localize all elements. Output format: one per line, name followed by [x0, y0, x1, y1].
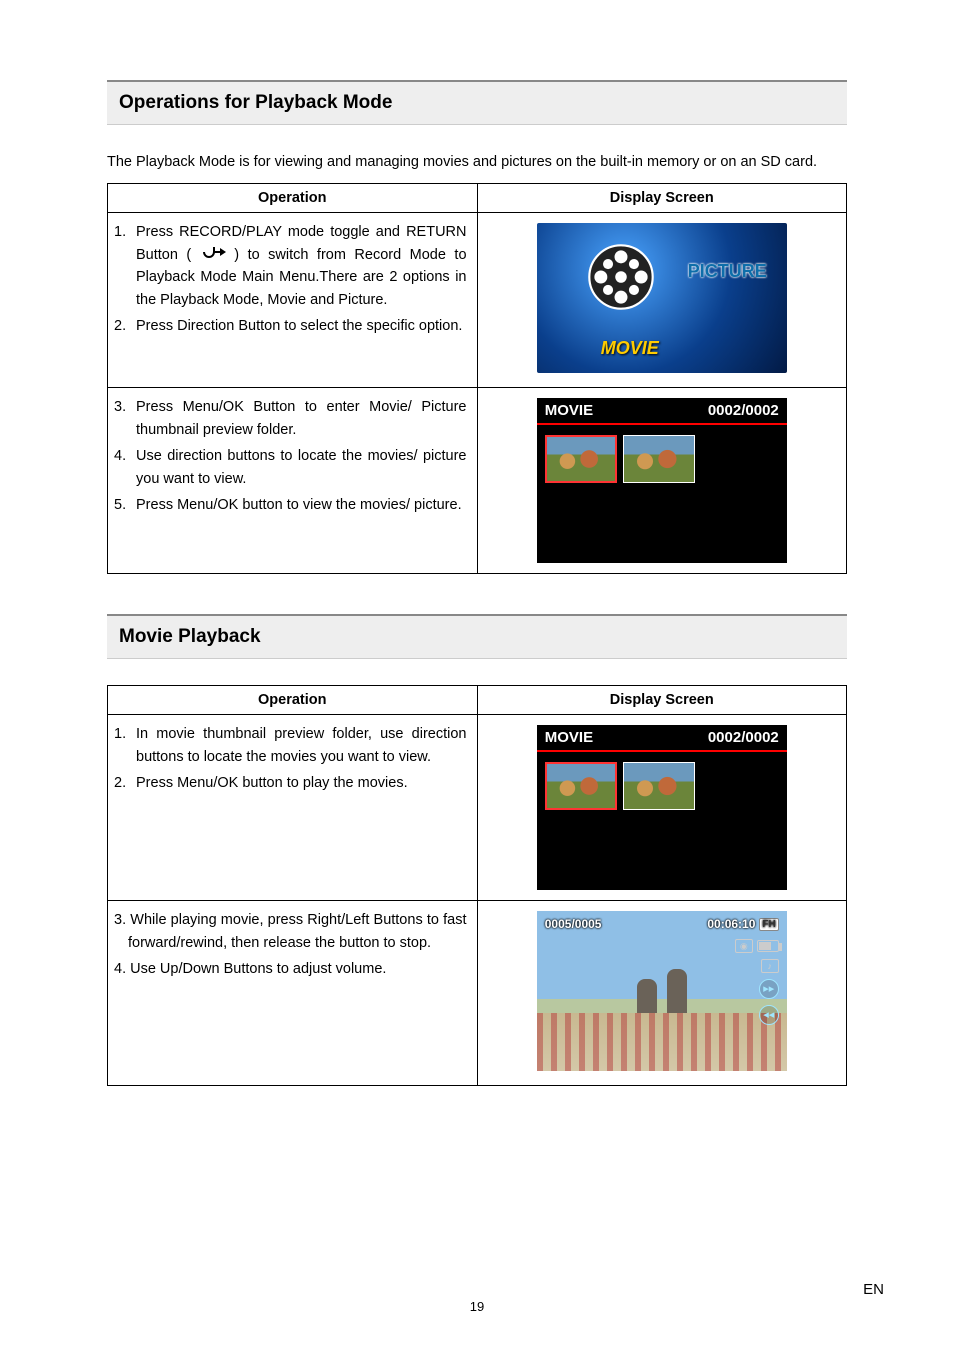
screenshot-playback-main-menu: PICTURE MOVIE: [537, 223, 787, 373]
thumbs-title: MOVIE: [545, 729, 593, 746]
list-num: 1.: [114, 723, 136, 768]
play-index: 0005/0005: [545, 917, 602, 931]
intro-text: The Playback Mode is for viewing and man…: [107, 151, 847, 173]
screenshot-thumbnail-folder: MOVIE 0002/0002: [537, 725, 787, 890]
thumbnail-item: [545, 762, 617, 810]
page-number: 19: [0, 1299, 954, 1314]
col-header-operation: Operation: [108, 184, 478, 213]
stop-icon: ◉: [735, 939, 753, 953]
op-cell-1: 1. Press RECORD/PLAY mode toggle and RET…: [108, 213, 478, 388]
list-num: 3.: [114, 396, 136, 441]
thumbnail-item: [623, 435, 695, 483]
section-heading-playback-ops: Operations for Playback Mode: [107, 80, 847, 125]
movie-mode-label: MOVIE: [601, 338, 659, 359]
thumbs-counter: 0002/0002: [708, 402, 779, 419]
list-text: 3. While playing movie, press Right/Left…: [114, 909, 467, 954]
screenshot-thumbnail-folder: MOVIE 0002/0002: [537, 398, 787, 563]
screen-cell-thumbs-2: MOVIE 0002/0002: [477, 715, 847, 901]
play-time: 00:06:10: [707, 917, 755, 931]
battery-icon: [757, 940, 779, 952]
rewind-icon: ◂◂: [759, 1005, 779, 1025]
quality-badge: FH: [759, 918, 778, 931]
return-icon: [200, 244, 226, 266]
thumbnail-item: [545, 435, 617, 483]
list-text: Press Menu/OK button to view the movies/…: [136, 494, 467, 516]
list-text: Press Direction Button to select the spe…: [136, 315, 467, 337]
screen-cell-playing: 0005/0005 00:06:10 FH ◉ ♪: [477, 901, 847, 1086]
thumbs-counter: 0002/0002: [708, 729, 779, 746]
fast-forward-icon: ▸▸: [759, 979, 779, 999]
op-cell-2: 3. Press Menu/OK Button to enter Movie/ …: [108, 388, 478, 574]
list-num: 4.: [114, 445, 136, 490]
playback-ops-table: Operation Display Screen 1. Press RECORD…: [107, 183, 847, 574]
list-num: 2.: [114, 772, 136, 794]
list-text: Use direction buttons to locate the movi…: [136, 445, 467, 490]
movie-playback-table: Operation Display Screen 1. In movie thu…: [107, 685, 847, 1086]
op-cell-3: 1. In movie thumbnail preview folder, us…: [108, 715, 478, 901]
thumbnail-item: [623, 762, 695, 810]
col-header-display: Display Screen: [477, 184, 847, 213]
op-cell-4: 3. While playing movie, press Right/Left…: [108, 901, 478, 1086]
screenshot-movie-playing: 0005/0005 00:06:10 FH ◉ ♪: [537, 911, 787, 1071]
list-num: 5.: [114, 494, 136, 516]
col-header-display: Display Screen: [477, 686, 847, 715]
list-text: Press Menu/OK button to play the movies.: [136, 772, 467, 794]
list-text: In movie thumbnail preview folder, use d…: [136, 723, 467, 768]
list-text: Press Menu/OK Button to enter Movie/ Pic…: [136, 396, 467, 441]
screen-cell-main-menu: PICTURE MOVIE: [477, 213, 847, 388]
col-header-operation: Operation: [108, 686, 478, 715]
list-text: Press RECORD/PLAY mode toggle and RETURN…: [136, 221, 467, 311]
thumbs-title: MOVIE: [545, 402, 593, 419]
list-num: 2.: [114, 315, 136, 337]
screen-cell-thumbs: MOVIE 0002/0002: [477, 388, 847, 574]
section-heading-movie-playback: Movie Playback: [107, 614, 847, 659]
film-reel-icon: [585, 241, 657, 313]
list-text: 4. Use Up/Down Buttons to adjust volume.: [114, 958, 467, 980]
volume-icon: ♪: [761, 959, 779, 973]
picture-mode-label: PICTURE: [688, 261, 767, 282]
language-code: EN: [863, 1281, 884, 1298]
list-num: 1.: [114, 221, 136, 311]
